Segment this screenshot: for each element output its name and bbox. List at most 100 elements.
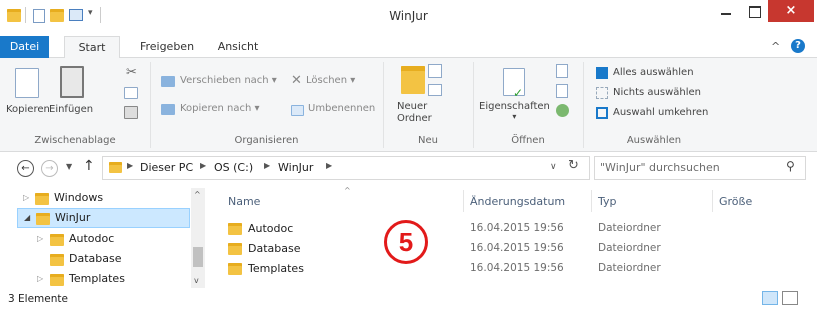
folder-icon (50, 274, 64, 286)
chevron-up-icon[interactable]: ^ (771, 40, 780, 53)
help-icon[interactable]: ? (791, 39, 805, 53)
column-divider[interactable] (463, 190, 464, 212)
breadcrumb-this-pc[interactable]: Dieser PC (140, 161, 193, 174)
details-view-icon[interactable] (762, 291, 778, 305)
breadcrumb-winjur[interactable]: WinJur (278, 161, 313, 174)
tab-file[interactable]: Datei (0, 36, 49, 58)
select-none-button[interactable]: Nichts auswählen (613, 87, 701, 98)
maximize-button[interactable] (740, 0, 768, 22)
breadcrumb-drive[interactable]: OS (C:) (214, 161, 253, 174)
search-icon[interactable]: ⚲ (786, 159, 795, 173)
folder-icon (50, 254, 64, 266)
cut-icon[interactable]: ✂ (126, 65, 137, 80)
delete-label: Löschen (306, 75, 348, 86)
column-header-date[interactable]: Änderungsdatum (470, 195, 565, 208)
copy-to-button[interactable]: Kopieren nach ▾ (180, 103, 260, 114)
large-icons-view-icon[interactable] (782, 291, 798, 305)
file-date: 16.04.2015 19:56 (470, 222, 564, 234)
paste-shortcut-icon[interactable] (124, 106, 138, 119)
table-row[interactable]: Database 16.04.2015 19:56 Dateiordner (222, 240, 802, 260)
tab-start[interactable]: Start (64, 36, 120, 59)
rename-icon (291, 105, 304, 116)
file-name: Templates (248, 262, 304, 275)
tree-item-autodoc[interactable]: ▷ Autodoc (17, 230, 187, 250)
tree-item-templates[interactable]: ▷ Templates (17, 270, 187, 290)
status-item-count: 3 Elemente (8, 293, 68, 305)
folder-icon (36, 213, 50, 225)
invert-selection-button[interactable]: Auswahl umkehren (613, 107, 708, 118)
copy-button[interactable]: Kopieren (6, 104, 50, 115)
nav-scrollbar[interactable] (191, 188, 205, 288)
copy-to-icon (161, 104, 175, 115)
tree-item-label: Database (69, 252, 122, 265)
file-type: Dateiordner (598, 222, 661, 234)
tree-item-label: Autodoc (69, 232, 115, 245)
expand-arrow-icon[interactable]: ▷ (23, 193, 29, 202)
file-type: Dateiordner (598, 242, 661, 254)
group-label-new: Neu (418, 135, 438, 146)
select-all-button[interactable]: Alles auswählen (613, 67, 694, 78)
forward-button[interactable]: → (41, 160, 58, 177)
new-folder-icon (401, 66, 425, 94)
file-date: 16.04.2015 19:56 (470, 262, 564, 274)
delete-button[interactable]: Löschen ▾ (306, 75, 355, 86)
copy-to-label: Kopieren nach (180, 103, 252, 114)
move-to-label: Verschieben nach (180, 75, 269, 86)
nav-scrollbar-thumb[interactable] (193, 247, 203, 267)
properties-label: Eigenschaften (479, 101, 550, 112)
select-all-icon (596, 67, 608, 79)
rename-button[interactable]: Umbenennen (308, 103, 375, 114)
history-icon[interactable] (556, 104, 569, 117)
edit-icon[interactable] (556, 84, 568, 98)
expand-arrow-icon[interactable]: ▷ (37, 234, 43, 243)
close-button[interactable]: × (768, 0, 814, 22)
expand-arrow-icon[interactable]: ▷ (37, 274, 43, 283)
invert-selection-icon (596, 107, 608, 119)
paste-button[interactable]: Einfügen (49, 104, 93, 115)
tree-item-database[interactable]: Database (17, 250, 187, 270)
move-to-button[interactable]: Verschieben nach ▾ (180, 75, 277, 86)
copy-path-icon[interactable] (124, 87, 138, 99)
new-folder-button[interactable]: Neuer Ordner (397, 101, 432, 125)
tree-item-label: WinJur (55, 211, 91, 224)
window-title: WinJur (389, 9, 428, 23)
new-item-icon[interactable] (428, 64, 442, 78)
recent-locations-icon[interactable]: ▼ (66, 162, 72, 171)
ribbon-tab-bar (0, 36, 817, 58)
tab-share[interactable]: Freigeben (132, 36, 202, 58)
search-input[interactable]: "WinJur" durchsuchen (600, 161, 720, 174)
table-row[interactable]: Templates 16.04.2015 19:56 Dateiordner (222, 260, 802, 280)
file-date: 16.04.2015 19:56 (470, 242, 564, 254)
sort-ascending-icon: ^ (344, 186, 351, 195)
folder-icon (109, 162, 122, 173)
file-type: Dateiordner (598, 262, 661, 274)
scroll-down-icon[interactable]: v (194, 276, 199, 285)
chevron-down-icon[interactable]: ∨ (550, 162, 557, 172)
column-header-type[interactable]: Typ (598, 195, 617, 208)
back-button[interactable]: ← (17, 160, 34, 177)
easy-access-icon[interactable] (428, 84, 442, 96)
breadcrumb-separator-icon: ▶ (127, 161, 134, 170)
breadcrumb-separator-icon: ▶ (264, 161, 271, 170)
properties-button[interactable]: Eigenschaften ▾ (479, 101, 550, 121)
file-name: Autodoc (248, 222, 294, 235)
copy-icon (15, 68, 39, 98)
open-icon[interactable] (556, 64, 568, 78)
column-header-name[interactable]: Name (228, 195, 260, 208)
scroll-up-icon[interactable]: ^ (194, 190, 201, 199)
minimize-button[interactable] (712, 0, 740, 22)
tree-item-windows[interactable]: ▷ Windows (17, 189, 187, 209)
tree-item-winjur[interactable]: ◢ WinJur (17, 208, 190, 228)
tab-view[interactable]: Ansicht (212, 36, 264, 58)
table-row[interactable]: Autodoc 16.04.2015 19:56 Dateiordner (222, 220, 802, 240)
folder-icon (228, 263, 242, 275)
column-divider[interactable] (591, 190, 592, 212)
column-divider[interactable] (712, 190, 713, 212)
column-header-size[interactable]: Größe (719, 195, 752, 208)
group-label-open: Öffnen (511, 135, 545, 146)
collapse-arrow-icon[interactable]: ◢ (24, 213, 30, 222)
refresh-icon[interactable]: ↻ (568, 158, 579, 173)
new-folder-label-line1: Neuer (397, 101, 428, 112)
up-arrow-icon[interactable]: ↑ (83, 158, 95, 174)
file-name: Database (248, 242, 301, 255)
